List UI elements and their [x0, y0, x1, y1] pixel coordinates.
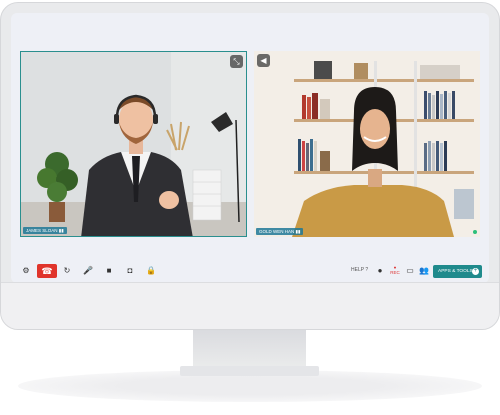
help-label: HELP [351, 267, 364, 273]
participant-video-right [254, 51, 480, 237]
status-dot-icon [473, 230, 477, 234]
speaker-icon[interactable]: ◀ [257, 54, 270, 67]
end-call-icon: ☎ [41, 266, 53, 276]
monitor: ⤡ JAMES SLOAN ▮▮ ◀ GOLD WEN HAN ▮▮ ⚙ ☎ ↻… [0, 2, 500, 330]
plus-icon: + [472, 268, 479, 275]
user-icon[interactable]: ● [373, 264, 387, 278]
expand-icon[interactable]: ⤡ [230, 55, 243, 68]
camera-icon[interactable]: ◘ [123, 264, 137, 278]
apps-tools-button[interactable]: APPS & TOOLS + [433, 265, 482, 278]
participants-icon[interactable]: 👥 [417, 264, 431, 278]
monitor-stand-base [180, 366, 319, 376]
help-icon: ? [365, 267, 369, 273]
record-button[interactable]: ● REC [389, 265, 401, 275]
participant-name-right: GOLD WEN HAN [259, 229, 295, 234]
signal-icon: ▮▮ [295, 229, 301, 234]
call-toolbar: ⚙ ☎ ↻ 🎤 ■ ◘ 🔒 HELP ? ● ● REC ▭ 👥 APPS & … [11, 261, 489, 281]
apps-tools-label: APPS & TOOLS [438, 269, 473, 274]
end-call-button[interactable]: ☎ [37, 264, 57, 278]
microphone-icon[interactable]: 🎤 [81, 264, 95, 278]
video-tile-left[interactable]: ⤡ JAMES SLOAN ▮▮ [20, 51, 247, 237]
monitor-chin [1, 282, 499, 329]
participant-name-tag-left: JAMES SLOAN ▮▮ [23, 227, 67, 234]
video-camera-icon[interactable]: ■ [102, 264, 116, 278]
signal-icon: ▮▮ [58, 228, 64, 233]
gear-icon[interactable]: ⚙ [19, 264, 33, 278]
lock-icon[interactable]: 🔒 [144, 264, 158, 278]
participant-video-left [21, 52, 246, 236]
record-label: REC [390, 270, 400, 275]
video-tile-right[interactable]: ◀ GOLD WEN HAN ▮▮ [254, 51, 480, 237]
participant-name-tag-right: GOLD WEN HAN ▮▮ [256, 228, 304, 235]
switch-camera-icon[interactable]: ↻ [60, 264, 74, 278]
video-call-screen: ⤡ JAMES SLOAN ▮▮ ◀ GOLD WEN HAN ▮▮ ⚙ ☎ ↻… [11, 13, 489, 283]
chat-icon[interactable]: ▭ [403, 264, 417, 278]
participant-name-left: JAMES SLOAN [26, 228, 58, 233]
help-link[interactable]: HELP ? [351, 267, 368, 273]
